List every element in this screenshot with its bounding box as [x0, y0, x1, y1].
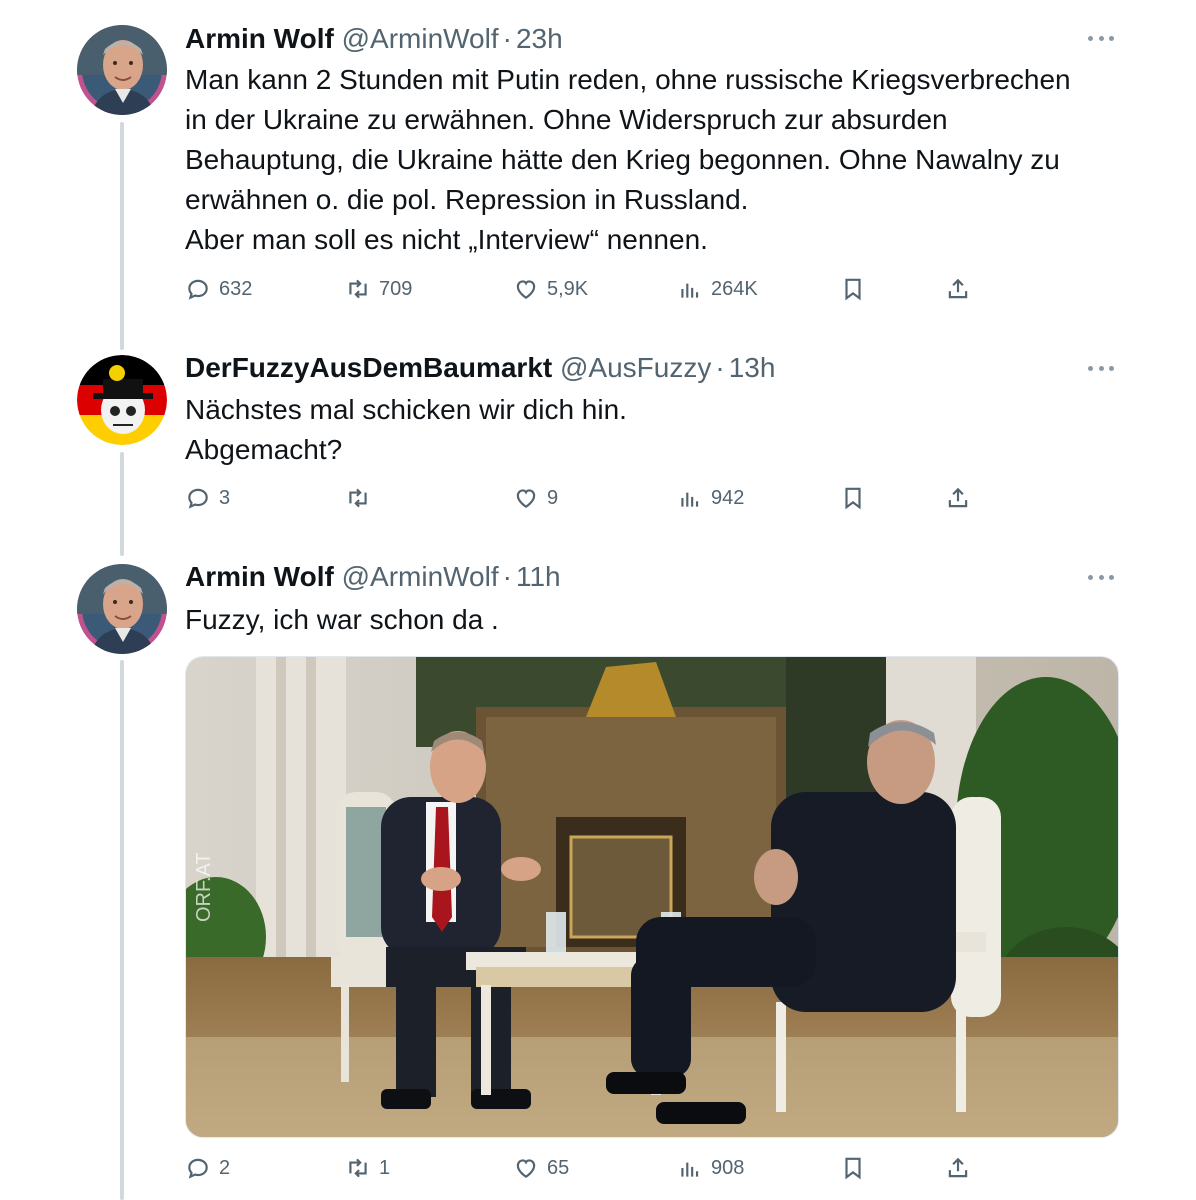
reply-button[interactable]: 632: [185, 274, 252, 304]
tweet[interactable]: DerFuzzyAusDemBaumarkt @AusFuzzy · 13h Näc…: [0, 340, 1196, 540]
tweet-header: Armin Wolf @ArminWolf · 23h: [185, 22, 563, 56]
separator-dot: ·: [502, 23, 512, 54]
views-icon: [681, 283, 699, 298]
tweet-header: DerFuzzyAusDemBaumarkt @AusFuzzy · 13h: [185, 351, 775, 385]
view-count: 264K: [711, 277, 758, 300]
views-icon: [681, 492, 699, 507]
like-count: 5,9K: [547, 277, 589, 300]
retweet-icon: [349, 488, 367, 508]
share-button[interactable]: [945, 274, 971, 304]
like-button[interactable]: 9: [513, 483, 558, 513]
tweet[interactable]: Armin Wolf @ArminWolf · 23h Man kann 2 Stu…: [0, 0, 1196, 330]
retweet-button[interactable]: 1: [345, 1153, 390, 1183]
user-handle[interactable]: @ArminWolf: [342, 561, 499, 592]
reply-icon: [188, 488, 208, 509]
timestamp[interactable]: 13h: [729, 352, 776, 383]
tweet-text: Nächstes mal schicken wir dich hin. Abge…: [185, 390, 1125, 470]
avatar[interactable]: [77, 564, 167, 654]
retweet-button[interactable]: 709: [345, 274, 412, 304]
bookmark-button[interactable]: [840, 483, 866, 513]
like-count: 9: [547, 486, 559, 509]
more-options-icon[interactable]: [1088, 572, 1114, 582]
tweet-text-line: in der Ukraine zu erwähnen. Ohne Widersp…: [185, 104, 948, 135]
user-handle[interactable]: @AusFuzzy: [560, 352, 711, 383]
action-bar: 632 709 5,9K 264K: [185, 274, 1005, 304]
view-count: 908: [711, 1156, 745, 1179]
retweet-count: 1: [379, 1156, 391, 1179]
like-count: 65: [547, 1156, 570, 1179]
share-button[interactable]: [945, 1153, 971, 1183]
tweet-text-line: Nächstes mal schicken wir dich hin.: [185, 394, 627, 425]
bookmark-button[interactable]: [840, 1153, 866, 1183]
bookmark-icon: [845, 1157, 861, 1180]
views-button[interactable]: 264K: [677, 274, 758, 304]
reply-count: 632: [219, 277, 253, 300]
like-button[interactable]: 5,9K: [513, 274, 588, 304]
separator-dot: ·: [502, 561, 512, 592]
share-icon: [948, 278, 968, 299]
display-name[interactable]: Armin Wolf: [185, 23, 334, 54]
timestamp[interactable]: 11h: [516, 561, 561, 592]
display-name[interactable]: DerFuzzyAusDemBaumarkt: [185, 352, 552, 383]
views-button[interactable]: 908: [677, 1153, 744, 1183]
tweet-text-line: Behauptung, die Ukraine hätte den Krieg …: [185, 144, 1060, 175]
avatar[interactable]: [77, 355, 167, 445]
bookmark-icon: [845, 278, 861, 301]
action-bar: 3 9 942: [185, 483, 1005, 513]
user-handle[interactable]: @ArminWolf: [342, 23, 499, 54]
tweet-text-line: erwähnen o. die pol. Repression in Russl…: [185, 184, 749, 215]
views-button[interactable]: 942: [677, 483, 744, 513]
heart-icon: [516, 489, 536, 508]
avatar[interactable]: [77, 25, 167, 115]
tweet-header: Armin Wolf @ArminWolf · 11h: [185, 560, 561, 594]
tweet-text-line: Abgemacht?: [185, 434, 343, 465]
more-options-icon[interactable]: [1088, 363, 1114, 373]
share-button[interactable]: [945, 483, 971, 513]
tweet-text-line: Man kann 2 Stunden mit Putin reden, ohne…: [185, 64, 1071, 95]
heart-icon: [516, 280, 536, 299]
retweet-icon: [349, 279, 367, 299]
media-watermark: ORF.AT: [193, 852, 215, 922]
separator-dot: ·: [715, 352, 725, 383]
action-bar: 2 1 65 908: [185, 1153, 1005, 1183]
reply-icon: [188, 279, 208, 300]
tweet-text-line: Fuzzy, ich war schon da .: [185, 604, 499, 635]
tweet-text: Man kann 2 Stunden mit Putin reden, ohne…: [185, 60, 1125, 260]
display-name[interactable]: Armin Wolf: [185, 561, 334, 592]
bookmark-button[interactable]: [840, 274, 866, 304]
reply-button[interactable]: 2: [185, 1153, 230, 1183]
tweet-text: Fuzzy, ich war schon da .: [185, 600, 1125, 640]
heart-icon: [516, 1159, 536, 1178]
bookmark-icon: [845, 487, 861, 510]
tweet-media-image[interactable]: ORF.AT: [185, 656, 1119, 1138]
reply-count: 2: [219, 1156, 231, 1179]
views-icon: [681, 1162, 699, 1177]
retweet-count: 709: [379, 277, 413, 300]
tweet-text-line: Aber man soll es nicht „Interview“ nenne…: [185, 224, 708, 255]
retweet-button[interactable]: [345, 483, 379, 513]
like-button[interactable]: 65: [513, 1153, 569, 1183]
reply-count: 3: [219, 486, 231, 509]
more-options-icon[interactable]: [1088, 33, 1114, 43]
timestamp[interactable]: 23h: [516, 23, 563, 54]
reply-button[interactable]: 3: [185, 483, 230, 513]
view-count: 942: [711, 486, 745, 509]
reply-icon: [188, 1158, 208, 1179]
share-icon: [948, 1157, 968, 1178]
retweet-icon: [349, 1158, 367, 1178]
share-icon: [948, 487, 968, 508]
